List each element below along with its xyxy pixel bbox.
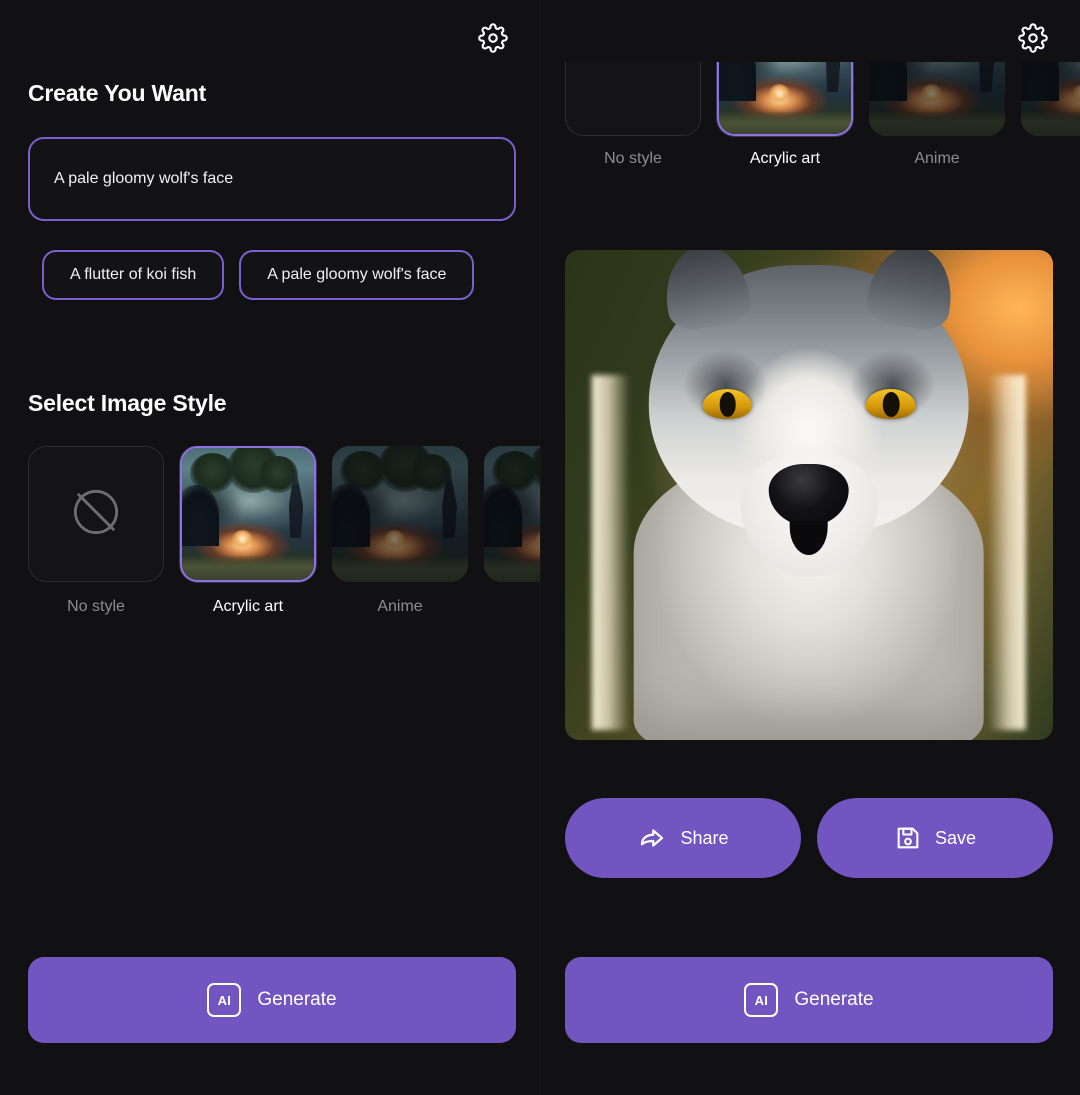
style-thumbnail-no-style	[28, 446, 164, 582]
create-section-title: Create You Want	[28, 80, 207, 106]
prompt-input[interactable]: A pale gloomy wolf's face	[28, 137, 516, 221]
share-button-label: Share	[680, 827, 729, 848]
suggestion-chip-1-label: A flutter of koi fish	[70, 266, 197, 283]
circle-slash-icon	[65, 481, 127, 548]
style-option-acrylic-art[interactable]: Acrylic art	[717, 62, 853, 168]
generate-button-right[interactable]: AI Generate	[565, 957, 1053, 1043]
suggestion-chip-2[interactable]: A pale gloomy wolf's face	[239, 250, 475, 300]
generated-image[interactable]	[565, 250, 1053, 740]
wolf-illustration	[565, 250, 1053, 740]
style-thumbnail-anime	[869, 62, 1005, 136]
style-thumbnail-no-style	[565, 62, 701, 136]
style-thumbnail-art	[1021, 62, 1080, 136]
style-option-label-anime: Anime	[914, 150, 960, 167]
style-thumbnail-art	[182, 448, 314, 580]
app-root: Create You Want A pale gloomy wolf's fac…	[0, 0, 1080, 1095]
left-panel: Create You Want A pale gloomy wolf's fac…	[0, 0, 540, 1095]
share-arrow-icon	[637, 823, 667, 853]
settings-button-right[interactable]	[1017, 22, 1049, 54]
generate-button-left[interactable]: AI Generate	[28, 957, 516, 1043]
style-option-no-style[interactable]: No style	[565, 62, 701, 168]
ai-badge-icon: AI	[207, 983, 242, 1017]
style-selector-right[interactable]: No style Acrylic art Anime	[565, 62, 1080, 168]
right-panel: No style Acrylic art Anime Share Save AI…	[540, 0, 1080, 1095]
prompt-suggestions: A flutter of koi fish A pale gloomy wolf…	[42, 250, 475, 300]
style-option-partial[interactable]	[1021, 62, 1080, 168]
style-option-label-anime: Anime	[377, 598, 423, 615]
result-actions: Share Save	[565, 798, 1053, 878]
style-option-partial[interactable]	[484, 446, 540, 616]
gear-icon	[478, 23, 508, 53]
gear-icon	[1018, 23, 1048, 53]
style-option-label-acrylic-art: Acrylic art	[212, 598, 284, 615]
share-button[interactable]: Share	[565, 798, 801, 878]
style-thumbnail-anime	[332, 446, 468, 582]
ai-badge-icon: AI	[744, 983, 779, 1017]
suggestion-chip-2-label: A pale gloomy wolf's face	[267, 266, 447, 283]
floppy-disk-icon	[894, 824, 922, 852]
save-button-label: Save	[934, 827, 977, 848]
style-selector-left[interactable]: No style Acrylic art Anime	[28, 446, 540, 616]
style-thumbnail-art	[332, 446, 468, 582]
style-thumbnail-acrylic-art	[717, 62, 853, 136]
style-option-no-style[interactable]: No style	[28, 446, 164, 616]
style-thumbnail-art	[484, 446, 540, 582]
style-thumbnail-partial	[1021, 62, 1080, 136]
suggestion-chip-1[interactable]: A flutter of koi fish	[42, 250, 225, 300]
style-thumbnail-art	[869, 62, 1005, 136]
generate-button-label: Generate	[794, 989, 874, 1010]
circle-slash-icon	[602, 62, 664, 67]
style-option-label-no-style: No style	[604, 150, 662, 167]
style-section-title: Select Image Style	[28, 390, 227, 416]
generate-button-label: Generate	[257, 989, 337, 1010]
save-button[interactable]: Save	[817, 798, 1053, 878]
style-option-label-acrylic-art: Acrylic art	[749, 150, 821, 167]
style-thumbnail-art	[719, 62, 851, 134]
style-thumbnail-acrylic-art	[180, 446, 316, 582]
settings-button-left[interactable]	[477, 22, 509, 54]
style-option-acrylic-art[interactable]: Acrylic art	[180, 446, 316, 616]
prompt-input-value: A pale gloomy wolf's face	[54, 170, 234, 187]
style-option-label-no-style: No style	[67, 598, 125, 615]
style-thumbnail-partial	[484, 446, 540, 582]
style-option-anime[interactable]: Anime	[332, 446, 468, 616]
style-option-anime[interactable]: Anime	[869, 62, 1005, 168]
